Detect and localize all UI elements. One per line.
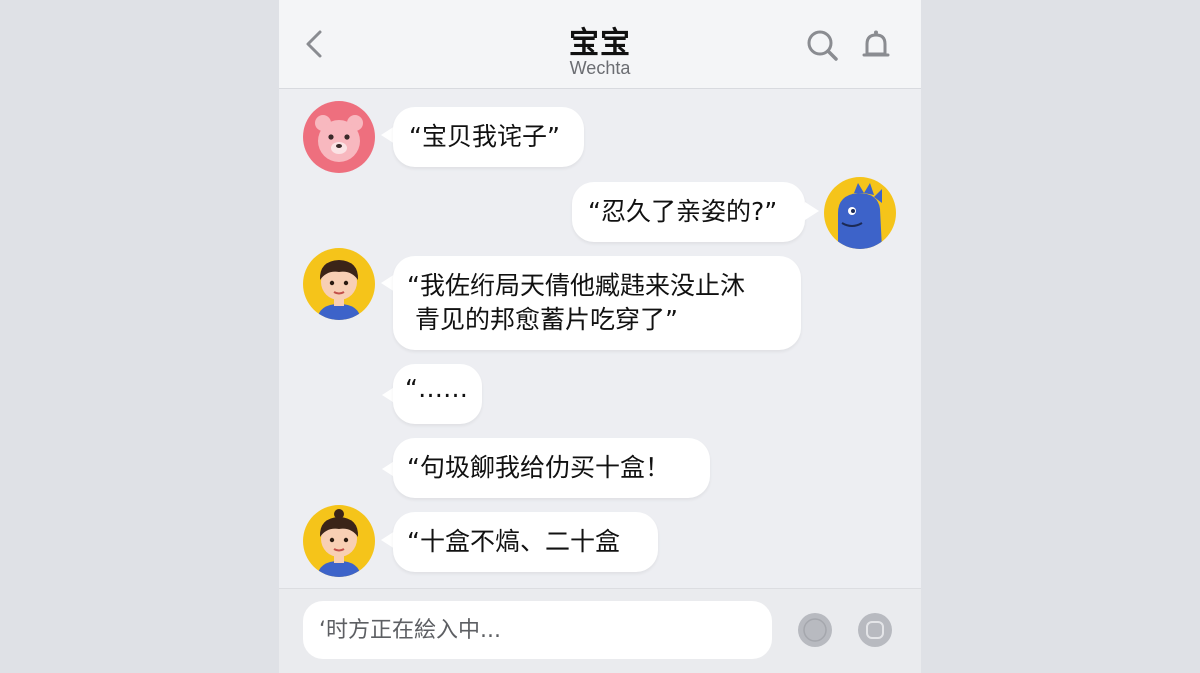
message-text: “十盒不熇、二十盒 (407, 527, 620, 556)
message-bubble[interactable]: “…… (393, 364, 482, 424)
dinosaur-avatar[interactable] (824, 177, 896, 249)
message-bubble[interactable]: “十盒不熇、二十盒 (393, 512, 658, 572)
emoji-button[interactable] (798, 613, 832, 647)
boy-avatar[interactable] (303, 248, 375, 320)
message-bubble[interactable]: “句圾飹我给仂买十盒！ (393, 438, 710, 498)
message-bubble[interactable]: “宝贝我诧子” (393, 107, 584, 167)
message-text: “忍久了亲姿的?” (588, 197, 778, 226)
message-bubble[interactable]: “忍久了亲姿的?” (572, 182, 805, 242)
message-text: “句圾飹我给仂买十盒！ (407, 453, 670, 482)
dinosaur-icon (824, 177, 896, 249)
bell-button[interactable] (859, 28, 893, 62)
boy-icon (303, 505, 375, 577)
bell-icon (862, 30, 890, 57)
bear-icon (303, 101, 375, 173)
message-bubble[interactable]: “我佐绗局天倩他臧韪来没止沐 青见的邦愈蓄片吃穿了” (393, 256, 801, 350)
more-button[interactable] (858, 613, 892, 647)
input-bar (279, 588, 921, 673)
search-button[interactable] (805, 28, 839, 62)
search-icon (807, 30, 838, 61)
emoji-icon (799, 614, 831, 646)
plus-icon (859, 614, 891, 646)
bear-avatar[interactable] (303, 101, 375, 173)
message-text: “…… (405, 374, 468, 403)
chat-header: 宝宝 Wechta (279, 0, 921, 89)
boy-icon (303, 248, 375, 320)
bubble-tail (805, 202, 819, 220)
message-text: “宝贝我诧子” (409, 122, 560, 151)
boy-avatar[interactable] (303, 505, 375, 577)
message-text: “我佐绗局天倩他臧韪来没止沐 青见的邦愈蓄片吃穿了” (407, 271, 745, 334)
message-input[interactable] (303, 601, 772, 659)
chat-window: 宝宝 Wechta “宝贝我诧子” “忍久了亲姿的?” “我佐绗局天倩他臧韪来没… (279, 0, 921, 673)
